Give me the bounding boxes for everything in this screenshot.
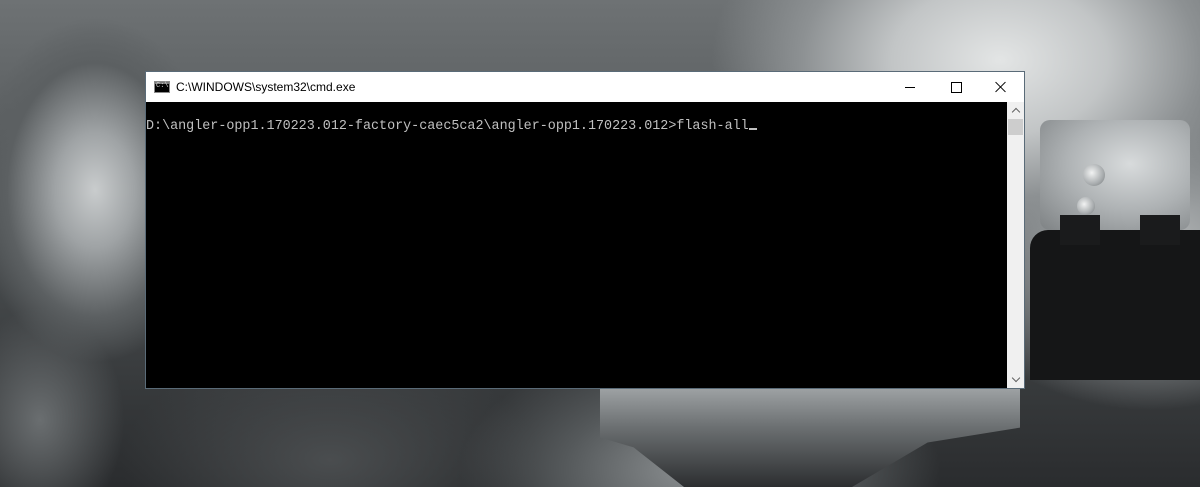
scrollbar-thumb[interactable] [1008,119,1023,135]
command-line: D:\angler-opp1.170223.012-factory-caec5c… [146,119,757,135]
scroll-down-button[interactable] [1007,371,1024,388]
minimize-icon [905,86,915,88]
title-bar[interactable]: C:\ C:\WINDOWS\system32\cmd.exe [146,72,1024,102]
cmd-app-icon-label: C:\ [156,82,169,90]
close-icon [995,81,1007,93]
close-button[interactable] [978,72,1024,102]
wallpaper-gear-hole [1077,197,1095,215]
wallpaper-dark-gear [1030,230,1200,380]
minimize-button[interactable] [887,72,933,102]
command-input-text: flash-all [676,119,749,134]
vertical-scrollbar[interactable] [1007,102,1024,388]
cmd-app-icon[interactable]: C:\ [154,81,170,93]
wallpaper-gear-hole [1083,164,1105,186]
wallpaper-gear-tooth [1140,215,1180,245]
console-window[interactable]: C:\ C:\WINDOWS\system32\cmd.exe D:\angle… [145,71,1025,389]
maximize-button[interactable] [933,72,979,102]
wallpaper-gear [1040,120,1190,230]
maximize-icon [950,81,962,93]
command-prompt: D:\angler-opp1.170223.012-factory-caec5c… [146,119,677,134]
wallpaper-gear-tooth [1060,215,1100,245]
console-output-area[interactable]: D:\angler-opp1.170223.012-factory-caec5c… [146,102,1007,388]
window-title: C:\WINDOWS\system32\cmd.exe [176,80,356,94]
chevron-up-icon [1011,107,1020,117]
chevron-down-icon [1011,373,1020,383]
text-cursor [748,128,757,130]
scroll-up-button[interactable] [1007,102,1024,119]
